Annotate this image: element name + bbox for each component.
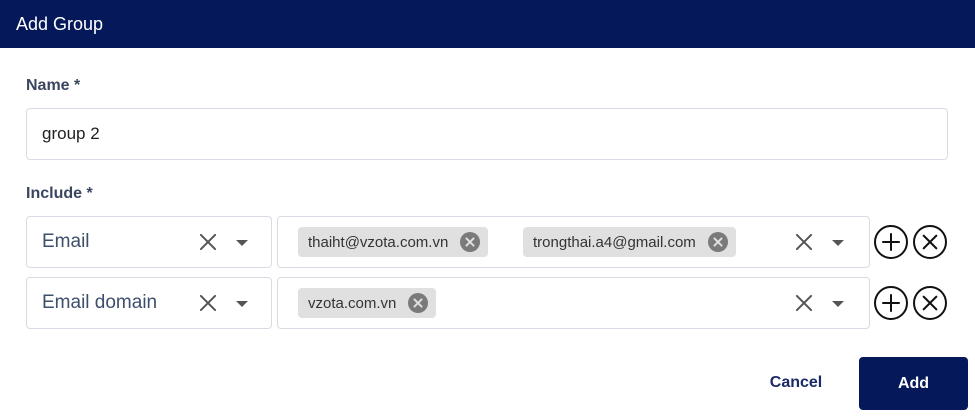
chevron-down-icon[interactable]	[236, 301, 248, 307]
cancel-button[interactable]: Cancel	[748, 358, 844, 408]
value-chip: trongthai.a4@gmail.com	[523, 227, 736, 257]
remove-rule-button[interactable]	[913, 225, 947, 259]
name-label: Name *	[26, 77, 81, 94]
chip-remove-icon[interactable]	[707, 232, 728, 252]
chevron-down-icon[interactable]	[832, 240, 844, 246]
rule-values-select[interactable]: vzota.com.vn	[277, 277, 870, 329]
add-group-dialog: Add Group Name * Include * Email thaiht@…	[0, 0, 975, 418]
chip-remove-icon[interactable]	[408, 293, 429, 313]
chip-label: thaiht@vzota.com.vn	[308, 233, 449, 251]
add-rule-button[interactable]	[874, 286, 908, 320]
rule-type-select[interactable]: Email domain	[26, 277, 272, 329]
value-chip: thaiht@vzota.com.vn	[298, 227, 489, 257]
add-button[interactable]: Add	[859, 357, 968, 410]
clear-icon[interactable]	[794, 232, 814, 252]
rule-values-select[interactable]: thaiht@vzota.com.vn trongthai.a4@gmail.c…	[277, 216, 870, 268]
include-label: Include *	[26, 185, 93, 202]
dialog-title: Add Group	[16, 13, 104, 34]
chip-remove-icon[interactable]	[460, 232, 481, 252]
rule-type-value: Email	[42, 231, 90, 252]
chevron-down-icon[interactable]	[832, 301, 844, 307]
clear-icon[interactable]	[198, 232, 218, 252]
rule-type-select[interactable]: Email	[26, 216, 272, 268]
rule-type-value: Email domain	[42, 292, 158, 313]
chip-label: trongthai.a4@gmail.com	[533, 233, 696, 251]
remove-rule-button[interactable]	[913, 286, 947, 320]
dialog-header: Add Group	[0, 0, 975, 48]
clear-icon[interactable]	[198, 293, 218, 313]
add-rule-button[interactable]	[874, 225, 908, 259]
chevron-down-icon[interactable]	[236, 240, 248, 246]
chip-label: vzota.com.vn	[308, 294, 397, 312]
name-input[interactable]	[26, 108, 948, 160]
clear-icon[interactable]	[794, 293, 814, 313]
value-chip: vzota.com.vn	[298, 288, 437, 318]
